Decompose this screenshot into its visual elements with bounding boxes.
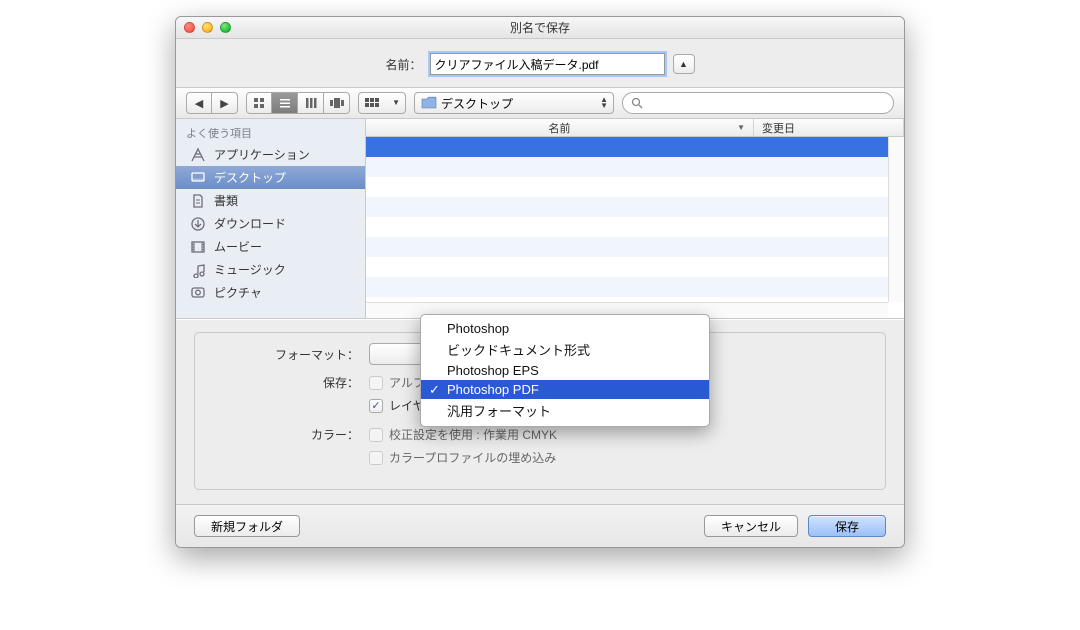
column-name[interactable]: 名前 ▼ — [366, 119, 754, 136]
doc-icon — [190, 193, 206, 209]
filename-input[interactable] — [430, 53, 665, 75]
view-icons-button[interactable] — [246, 92, 272, 114]
nav-back-forward: ◀ ▶ — [186, 92, 238, 114]
save-as-dialog: 別名で保存 名前： ▲ ◀ ▶ ▼ — [175, 16, 905, 548]
column-name-label: 名前 — [549, 120, 571, 136]
file-list: 名前 ▼ 変更日 — [366, 119, 904, 318]
sidebar-item-label: デスクトップ — [214, 169, 286, 186]
table-row[interactable] — [366, 157, 904, 177]
format-option[interactable]: ビックドキュメント形式 — [421, 338, 709, 361]
sidebar: よく使う項目 アプリケーション デスクトップ 書類 ダウンロード ムービー — [176, 119, 366, 318]
sidebar-item-documents[interactable]: 書類 — [176, 189, 365, 212]
view-coverflow-button[interactable] — [324, 92, 350, 114]
color-section-label: カラー： — [209, 423, 369, 443]
table-row[interactable] — [366, 217, 904, 237]
browser-toolbar: ◀ ▶ ▼ デスクトップ ▲▼ — [176, 87, 904, 119]
sidebar-item-label: アプリケーション — [214, 146, 310, 163]
back-button[interactable]: ◀ — [186, 92, 212, 114]
layers-checkbox[interactable]: ✓ — [369, 399, 383, 413]
table-row[interactable] — [366, 277, 904, 297]
save-section-label: 保存： — [209, 371, 369, 391]
dialog-footer: 新規フォルダ キャンセル 保存 — [176, 504, 904, 547]
location-popup[interactable]: デスクトップ ▲▼ — [414, 92, 614, 114]
sidebar-item-downloads[interactable]: ダウンロード — [176, 212, 365, 235]
embed-label: カラープロファイルの埋め込み — [389, 449, 556, 466]
filename-label: 名前： — [385, 56, 421, 73]
desktop-icon — [190, 170, 206, 186]
format-option[interactable]: 汎用フォーマット — [421, 399, 709, 422]
sort-indicator-icon: ▼ — [737, 123, 745, 132]
sidebar-header: よく使う項目 — [176, 123, 365, 143]
sidebar-item-movies[interactable]: ムービー — [176, 235, 365, 258]
location-label: デスクトップ — [441, 95, 513, 112]
format-dropdown-menu: Photoshop ビックドキュメント形式 Photoshop EPS Phot… — [420, 314, 710, 427]
format-option[interactable]: Photoshop — [421, 319, 709, 338]
music-icon — [190, 262, 206, 278]
alpha-checkbox — [369, 376, 383, 390]
sidebar-item-label: 書類 — [214, 192, 238, 209]
arrange-icon — [365, 98, 379, 108]
window-title: 別名で保存 — [176, 19, 904, 36]
table-row[interactable] — [366, 177, 904, 197]
embed-profile-checkbox — [369, 451, 383, 465]
titlebar: 別名で保存 — [176, 17, 904, 39]
sidebar-item-music[interactable]: ミュージック — [176, 258, 365, 281]
movie-icon — [190, 239, 206, 255]
vertical-scrollbar[interactable] — [888, 137, 904, 302]
sidebar-item-applications[interactable]: アプリケーション — [176, 143, 365, 166]
expand-toggle-button[interactable]: ▲ — [673, 54, 695, 74]
sidebar-item-pictures[interactable]: ピクチャ — [176, 281, 365, 304]
table-row[interactable] — [366, 237, 904, 257]
file-rows[interactable] — [366, 137, 904, 318]
sidebar-item-label: ミュージック — [214, 261, 286, 278]
proof-checkbox — [369, 428, 383, 442]
cancel-button[interactable]: キャンセル — [704, 515, 798, 537]
new-folder-button[interactable]: 新規フォルダ — [194, 515, 300, 537]
table-row[interactable] — [366, 137, 904, 157]
folder-icon — [421, 96, 437, 110]
column-headers: 名前 ▼ 変更日 — [366, 119, 904, 137]
search-field[interactable] — [622, 92, 894, 114]
sidebar-item-label: ムービー — [214, 238, 262, 255]
save-button[interactable]: 保存 — [808, 515, 886, 537]
view-list-button[interactable] — [272, 92, 298, 114]
format-option[interactable]: Photoshop EPS — [421, 361, 709, 380]
format-option-selected[interactable]: Photoshop PDF — [421, 380, 709, 399]
format-label: フォーマット： — [209, 343, 369, 363]
proof-label: 校正設定を使用 : 作業用 CMYK — [389, 426, 557, 443]
search-icon — [631, 97, 643, 109]
download-icon — [190, 216, 206, 232]
filename-row: 名前： ▲ — [176, 39, 904, 87]
updown-icon: ▲▼ — [600, 97, 608, 109]
app-icon — [190, 147, 206, 163]
table-row[interactable] — [366, 197, 904, 217]
picture-icon — [190, 285, 206, 301]
column-date[interactable]: 変更日 — [754, 119, 904, 136]
table-row[interactable] — [366, 257, 904, 277]
view-mode-segment — [246, 92, 350, 114]
sidebar-item-desktop[interactable]: デスクトップ — [176, 166, 365, 189]
arrange-popup[interactable]: ▼ — [358, 92, 406, 114]
chevron-down-icon: ▼ — [392, 100, 400, 106]
sidebar-item-label: ダウンロード — [214, 215, 286, 232]
file-browser: よく使う項目 アプリケーション デスクトップ 書類 ダウンロード ムービー — [176, 119, 904, 319]
view-columns-button[interactable] — [298, 92, 324, 114]
sidebar-item-label: ピクチャ — [214, 284, 262, 301]
forward-button[interactable]: ▶ — [212, 92, 238, 114]
column-date-label: 変更日 — [762, 120, 795, 136]
